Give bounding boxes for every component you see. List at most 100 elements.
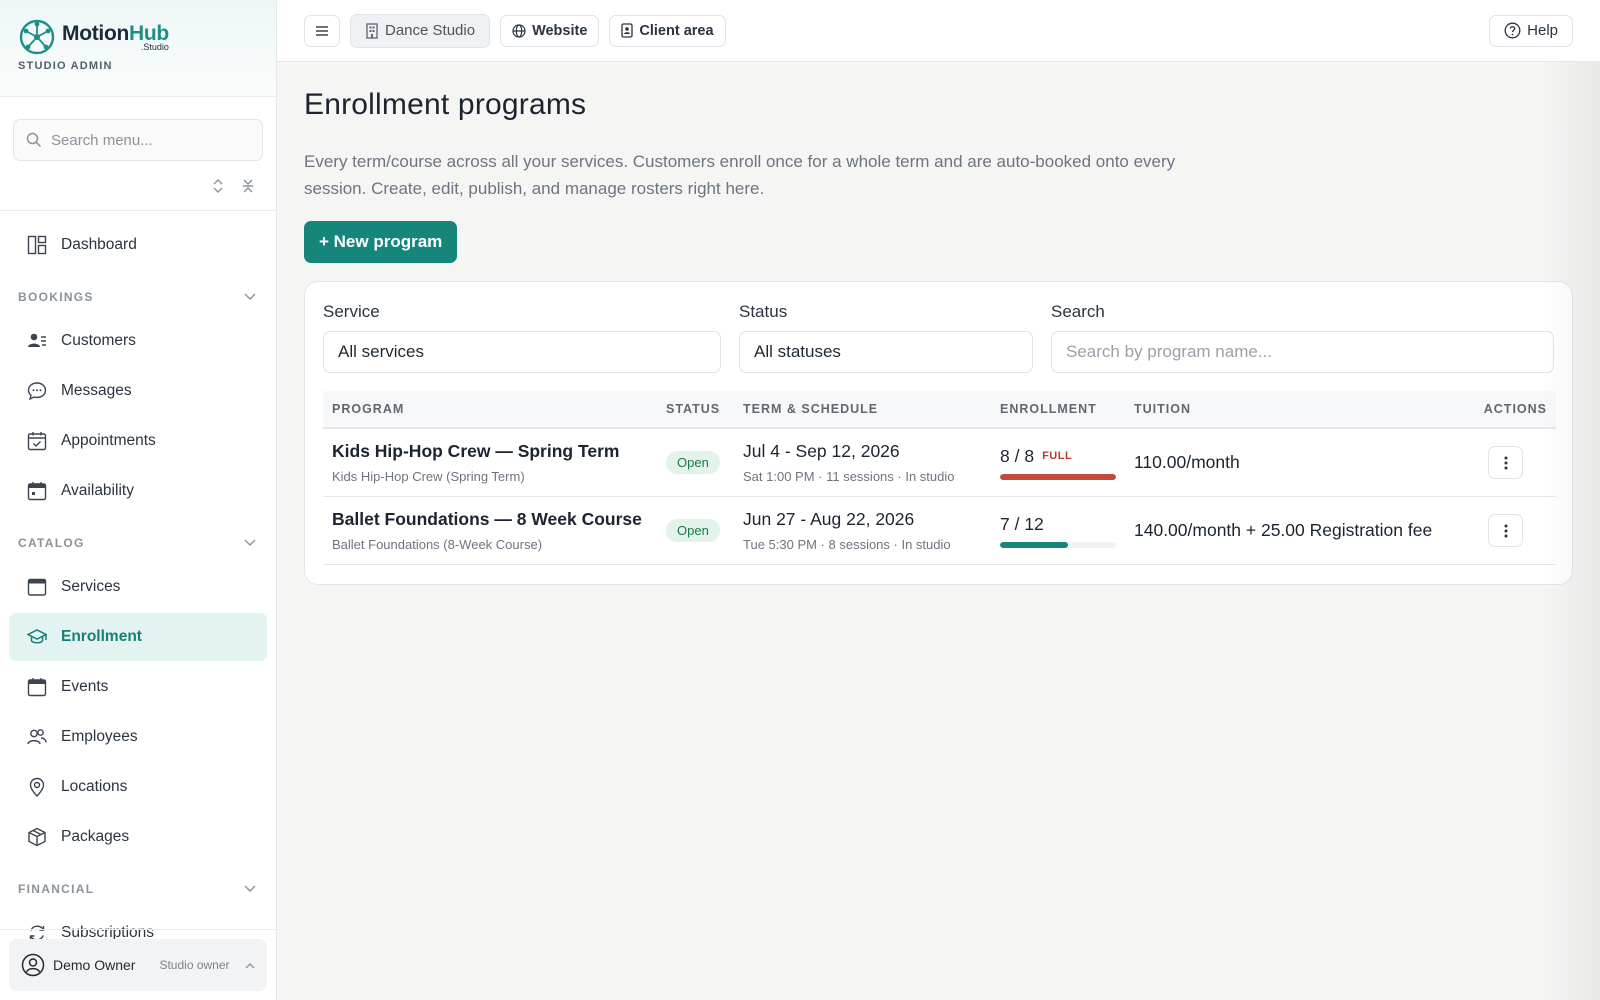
box-icon xyxy=(27,827,47,847)
status-select[interactable]: All statuses xyxy=(739,331,1033,373)
term-schedule: Sat 1:00 PM · 11 sessions · In studio xyxy=(743,469,955,484)
enrollment-bar-fill xyxy=(1000,473,1116,480)
enrollment-cell: 8 / 8 FULL xyxy=(1000,446,1134,480)
help-label: Help xyxy=(1527,22,1558,39)
program-name[interactable]: Ballet Foundations — 8 Week Course xyxy=(332,509,666,530)
col-enrollment: ENROLLMENT xyxy=(1000,402,1097,416)
table-row[interactable]: Kids Hip-Hop Crew — Spring Term Kids Hip… xyxy=(323,429,1556,497)
row-actions-button[interactable] xyxy=(1488,514,1523,547)
service-filter-label: Service xyxy=(323,302,380,321)
help-button[interactable]: Help xyxy=(1489,14,1573,47)
term-cell: Jun 27 - Aug 22, 2026 Tue 5:30 PM · 8 se… xyxy=(743,509,1000,552)
service-select[interactable]: All services xyxy=(323,331,721,373)
sidebar-nav: Dashboard BOOKINGS Customers Messages Ap… xyxy=(0,211,276,957)
program-service: Kids Hip-Hop Crew (Spring Term) xyxy=(332,469,525,484)
programs-table: PROGRAM STATUS TERM & SCHEDULE ENROLLMEN… xyxy=(323,391,1556,565)
website-button[interactable]: Website xyxy=(500,14,600,47)
search-filter-label: Search xyxy=(1051,302,1105,321)
brand-name: MotionHub xyxy=(62,23,169,44)
motionhub-logo-icon xyxy=(19,19,55,55)
brand-header: MotionHub .Studio STUDIO ADMIN xyxy=(0,0,276,97)
sidebar-item-label: Events xyxy=(61,678,109,695)
sidebar-search-input[interactable] xyxy=(51,131,241,149)
section-title: FINANCIAL xyxy=(18,882,95,896)
program-cell: Kids Hip-Hop Crew — Spring Term Kids Hip… xyxy=(323,441,666,484)
brand-logo-row[interactable]: MotionHub .Studio xyxy=(18,18,258,56)
expand-all-icon[interactable] xyxy=(210,178,226,194)
menu-toggle-button[interactable] xyxy=(304,14,340,47)
col-actions: ACTIONS xyxy=(1483,402,1547,416)
enrollment-count: 8 / 8 xyxy=(1000,445,1035,466)
calendar-icon xyxy=(27,677,47,697)
section-financial-toggle[interactable]: FINANCIAL xyxy=(0,869,276,909)
studio-switcher-button[interactable]: Dance Studio xyxy=(350,13,491,48)
globe-icon xyxy=(512,23,526,38)
brand-subtitle: STUDIO ADMIN xyxy=(18,60,113,72)
studio-name: Dance Studio xyxy=(385,22,476,39)
status-cell: Open xyxy=(666,519,743,542)
tuition-cell: 110.00/month xyxy=(1134,452,1470,473)
actions-cell xyxy=(1470,514,1556,547)
sidebar-item-locations[interactable]: Locations xyxy=(9,763,267,811)
user-menu[interactable]: Demo Owner Studio owner xyxy=(9,939,267,991)
enrollment-bar xyxy=(1000,473,1116,480)
sidebar-item-label: Packages xyxy=(61,828,130,845)
tuition-value: 140.00/month + 25.00 Registration fee xyxy=(1134,520,1433,540)
sidebar-tools xyxy=(0,161,276,211)
client-area-button[interactable]: Client area xyxy=(609,14,726,47)
enrollment-bar-fill xyxy=(1000,541,1068,548)
sidebar-item-label: Locations xyxy=(61,778,128,795)
program-name[interactable]: Kids Hip-Hop Crew — Spring Term xyxy=(332,441,666,462)
tuition-value: 110.00/month xyxy=(1134,452,1240,472)
service-filter: Service All services xyxy=(323,302,721,373)
sidebar-item-label: Enrollment xyxy=(61,628,142,645)
sidebar-item-appointments[interactable]: Appointments xyxy=(9,417,267,465)
sidebar-item-packages[interactable]: Packages xyxy=(9,813,267,861)
sidebar-item-label: Customers xyxy=(61,332,136,349)
user-avatar-icon xyxy=(21,953,45,977)
chevron-down-icon xyxy=(244,885,256,892)
more-vertical-icon xyxy=(1504,524,1507,537)
collapse-all-icon[interactable] xyxy=(240,178,256,194)
sidebar-item-label: Messages xyxy=(61,382,132,399)
sidebar-item-services[interactable]: Services xyxy=(9,563,267,611)
page-title: Enrollment programs xyxy=(304,88,587,121)
table-row[interactable]: Ballet Foundations — 8 Week Course Balle… xyxy=(323,497,1556,565)
sidebar-item-label: Appointments xyxy=(61,432,156,449)
term-dates: Jun 27 - Aug 22, 2026 xyxy=(743,509,915,529)
tuition-cell: 140.00/month + 25.00 Registration fee xyxy=(1134,520,1470,541)
users-icon xyxy=(27,331,47,351)
sidebar-item-availability[interactable]: Availability xyxy=(9,467,267,515)
section-bookings-toggle[interactable]: BOOKINGS xyxy=(0,277,276,317)
sidebar: MotionHub .Studio STUDIO ADMIN Dashboard… xyxy=(0,0,277,1000)
enrollment-bar xyxy=(1000,541,1116,548)
status-filter: Status All statuses xyxy=(739,302,1033,373)
new-program-button[interactable]: + New program xyxy=(304,221,458,263)
program-search-input[interactable] xyxy=(1051,331,1554,373)
program-service: Ballet Foundations (8-Week Course) xyxy=(332,537,543,552)
sidebar-item-enrollment[interactable]: Enrollment xyxy=(9,613,267,661)
map-pin-icon xyxy=(27,777,47,797)
col-program: PROGRAM xyxy=(332,402,405,416)
sidebar-item-dashboard[interactable]: Dashboard xyxy=(9,221,267,269)
search-filter: Search xyxy=(1051,302,1554,373)
actions-cell xyxy=(1470,446,1556,479)
status-badge: Open xyxy=(666,451,720,474)
sidebar-divider xyxy=(0,929,277,930)
user-name: Demo Owner xyxy=(53,957,136,973)
building-icon xyxy=(366,22,378,39)
status-filter-label: Status xyxy=(739,302,788,321)
client-area-label: Client area xyxy=(639,22,714,39)
section-catalog-toggle[interactable]: CATALOG xyxy=(0,523,276,563)
status-cell: Open xyxy=(666,451,743,474)
sidebar-item-events[interactable]: Events xyxy=(9,663,267,711)
section-title: CATALOG xyxy=(18,536,85,550)
brand-name-part: Motion xyxy=(62,21,130,45)
row-actions-button[interactable] xyxy=(1488,446,1523,479)
status-badge: Open xyxy=(666,519,720,542)
sidebar-item-messages[interactable]: Messages xyxy=(9,367,267,415)
table-header: PROGRAM STATUS TERM & SCHEDULE ENROLLMEN… xyxy=(323,391,1556,429)
sidebar-item-customers[interactable]: Customers xyxy=(9,317,267,365)
term-cell: Jul 4 - Sep 12, 2026 Sat 1:00 PM · 11 se… xyxy=(743,441,1000,484)
sidebar-item-employees[interactable]: Employees xyxy=(9,713,267,761)
